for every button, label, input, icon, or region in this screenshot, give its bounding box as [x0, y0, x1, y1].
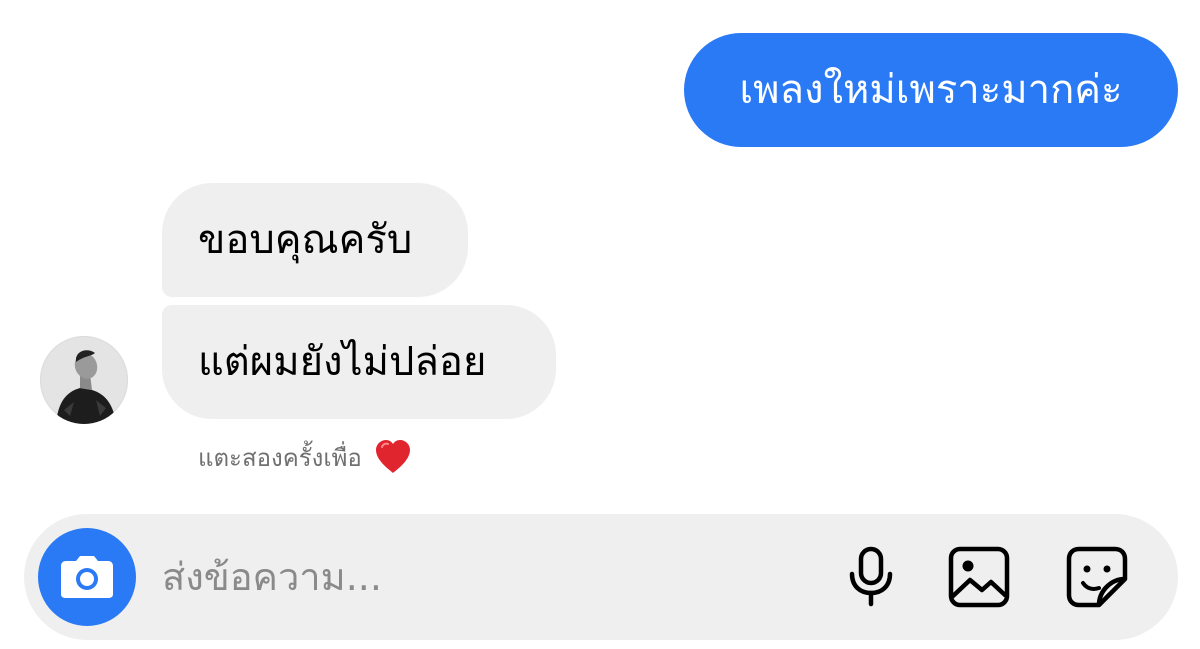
- microphone-button[interactable]: [839, 545, 903, 609]
- incoming-message-text: ขอบคุณครับ: [198, 217, 413, 263]
- microphone-icon: [849, 546, 893, 607]
- avatar-photo: [40, 336, 128, 424]
- outgoing-message-text: เพลงใหม่เพราะมากค่ะ: [739, 67, 1123, 113]
- reaction-hint-text: แตะสองครั้งเพื่อ: [198, 443, 362, 472]
- sticker-button[interactable]: [1065, 545, 1129, 609]
- image-button[interactable]: [947, 545, 1011, 609]
- image-icon: [948, 546, 1010, 608]
- avatar[interactable]: [40, 336, 128, 424]
- message-input[interactable]: [162, 544, 782, 610]
- incoming-message-bubble[interactable]: ขอบคุณครับ: [162, 183, 468, 297]
- incoming-message-bubble[interactable]: แต่ผมยังไม่ปล่อย: [162, 305, 556, 419]
- chat-screen: เพลงใหม่เพราะมากค่ะ ขอบคุณครับ แต่ผมยังไ…: [0, 0, 1200, 649]
- camera-icon: [61, 556, 113, 598]
- incoming-message-text: แต่ผมยังไม่ปล่อย: [198, 339, 487, 385]
- message-composer: [24, 514, 1178, 640]
- heart-icon[interactable]: [374, 439, 412, 475]
- outgoing-message-bubble[interactable]: เพลงใหม่เพราะมากค่ะ: [684, 33, 1178, 147]
- camera-button[interactable]: [38, 528, 136, 626]
- sticker-icon: [1066, 546, 1128, 608]
- reaction-hint: แตะสองครั้งเพื่อ: [198, 435, 412, 479]
